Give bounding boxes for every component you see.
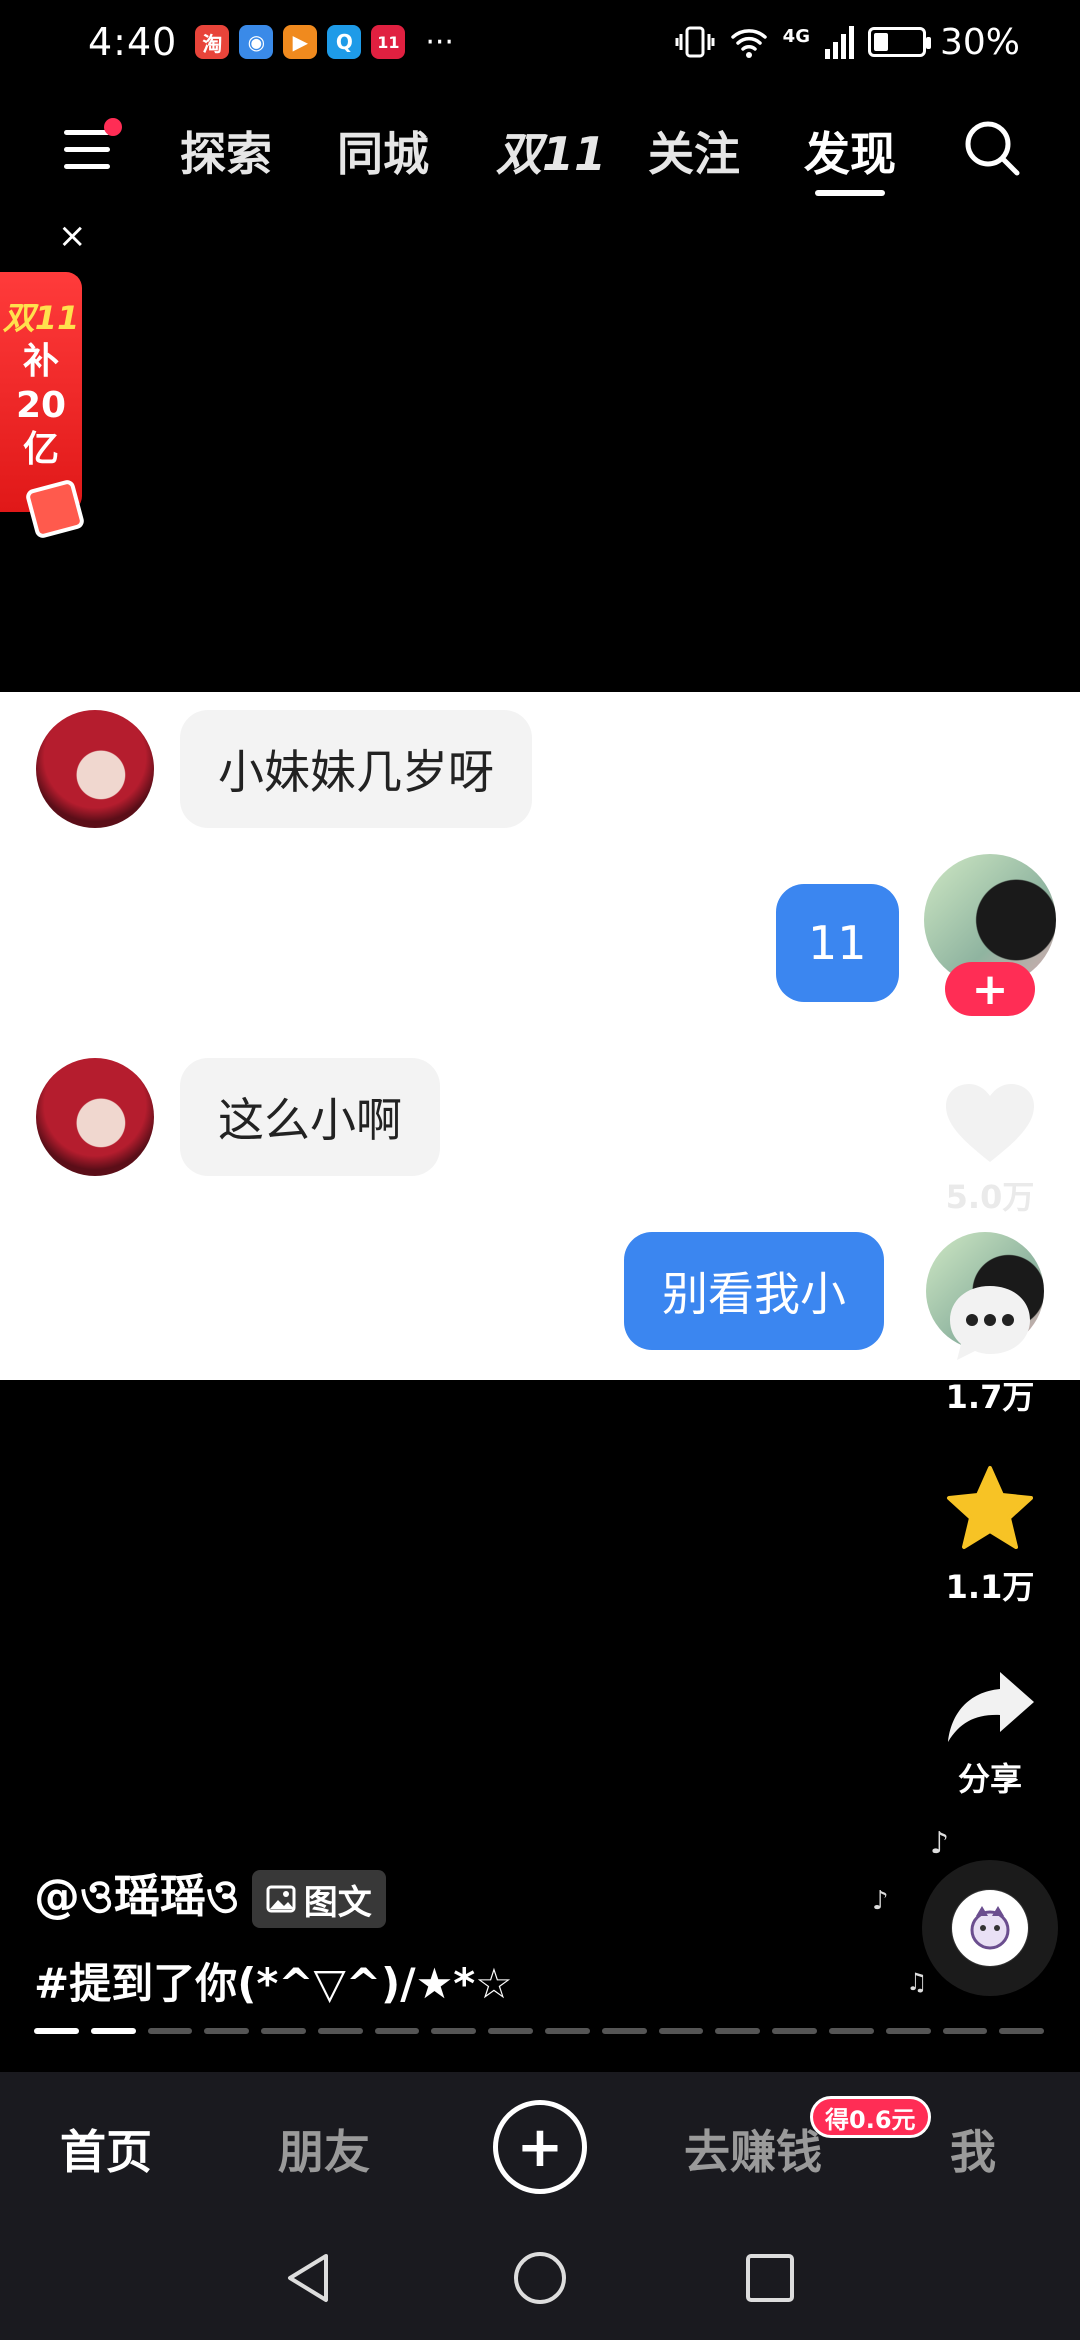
menu-button[interactable] [60,118,122,178]
progress-segment [204,2028,250,2034]
promo-line: 20 [15,385,67,426]
like-button[interactable]: 5.0万 [940,1080,1040,1218]
chat-bubble-right: 别看我小 [624,1232,884,1350]
progress-segment [828,2028,874,2034]
music-note-icon: ♪ [930,1826,950,1861]
status-app-icons: 淘 ◉ ▶ Q 11 ··· [195,25,454,60]
star-icon [947,1466,1033,1549]
shopping-app-icon: 11 [371,25,406,59]
battery-level [873,33,888,51]
progress-segment [34,2028,79,2034]
promo-line: 亿 [22,429,59,470]
tab-discover[interactable]: 发现 [804,118,896,184]
promo-line: 双11 [2,299,80,337]
progress-segment [431,2028,477,2034]
signal-icon [824,26,854,59]
bottom-nav: 首页 朋友 + 去赚钱 得0.6元 我 [0,2072,1080,2222]
search-app-icon: Q [327,25,362,59]
author-row: @ও瑶瑶ও 图文 [34,1860,386,1938]
status-time: 4:40 [88,20,178,64]
promo-line: 补 [22,341,59,382]
home-icon[interactable] [512,2250,568,2306]
chat-bubble-right: 11 [776,884,899,1002]
progress-segment [147,2028,193,2034]
network-type: 4G [782,25,810,47]
status-bar: 4:40 淘 ◉ ▶ Q 11 ··· 4G 30% [0,0,1080,84]
active-tab-indicator [815,190,885,196]
progress-segment [601,2028,647,2034]
favorite-button[interactable]: 1.1万 [940,1464,1040,1608]
taobao-app-icon: 淘 [195,25,230,59]
progress-segment [374,2028,420,2034]
back-icon[interactable] [282,2250,334,2306]
progress-segment [90,2028,136,2034]
image-icon [266,1885,296,1913]
earn-reward-badge: 得0.6元 [810,2096,931,2138]
progress-segment [545,2028,590,2034]
nav-friends[interactable]: 朋友 [278,2116,370,2182]
comment-icon [950,1286,1030,1360]
tab-double11[interactable]: 双11 [496,118,606,184]
heart-icon [946,1084,1034,1162]
progress-segment [885,2028,931,2034]
progress-segment [317,2028,363,2034]
progress-segment [658,2028,704,2034]
more-notifications-icon: ··· [425,24,454,60]
status-right: 4G 30% [675,22,1020,63]
promo-close-icon[interactable]: × [58,216,87,256]
tab-explore[interactable]: 探索 [180,118,272,184]
author-name[interactable]: @ও瑶瑶ও [34,1860,240,1938]
image-text-label: 图文 [303,1882,372,1923]
music-disc[interactable] [922,1860,1058,1996]
video-app-icon: ▶ [283,25,318,59]
notification-dot [104,118,122,136]
comment-count: 1.7万 [945,1378,1035,1416]
cartoon-cover-icon [970,1906,1010,1950]
music-note-icon: ♫ [906,1968,928,1996]
progress-segment [261,2028,306,2034]
tab-same-city[interactable]: 同城 [337,118,429,184]
share-label: 分享 [957,1760,1022,1798]
music-note-icon: ♪ [872,1886,889,1916]
nav-me[interactable]: 我 [950,2116,996,2182]
chat-bubble-left: 小妹妹几岁呀 [180,710,532,828]
system-nav-bar [0,2222,1080,2340]
battery-percent: 30% [939,21,1020,63]
music-cover [952,1890,1028,1966]
chat-bubble-left: 这么小啊 [180,1058,440,1176]
like-count: 5.0万 [945,1178,1035,1216]
avatar [36,710,154,828]
avatar [36,1058,154,1176]
nav-earn[interactable]: 去赚钱 [684,2116,822,2182]
progress-segment [999,2028,1045,2034]
progress-segment [488,2028,534,2034]
comment-button[interactable]: 1.7万 [940,1280,1040,1418]
create-post-button[interactable]: + [493,2100,587,2194]
post-hashtag[interactable]: #提到了你(*^▽^)/★*☆ [34,1950,513,2011]
browser-app-icon: ◉ [239,25,274,59]
top-nav: 探索 同城 双11 关注 发现 [0,100,1080,200]
share-arrow-icon [948,1672,1034,1742]
progress-segment [715,2028,761,2034]
vibrate-icon [675,26,715,58]
image-progress-bar [34,2028,1045,2034]
progress-segment [772,2028,817,2034]
share-button[interactable]: 分享 [940,1668,1040,1800]
tab-following[interactable]: 关注 [648,118,740,184]
nav-home[interactable]: 首页 [60,2116,152,2182]
search-icon[interactable] [962,118,1022,178]
battery-icon [867,27,931,57]
wifi-icon [730,29,767,58]
favorite-count: 1.1万 [945,1568,1035,1606]
image-text-chip: 图文 [251,1870,386,1928]
progress-segment [942,2028,988,2034]
follow-button[interactable]: + [945,962,1035,1016]
recents-icon[interactable] [744,2250,796,2306]
promo-badge[interactable]: 双11 补 20 亿 [0,272,82,512]
post-image-chat[interactable]: 小妹妹几岁呀 11 这么小啊 别看我小 [0,692,1080,1380]
